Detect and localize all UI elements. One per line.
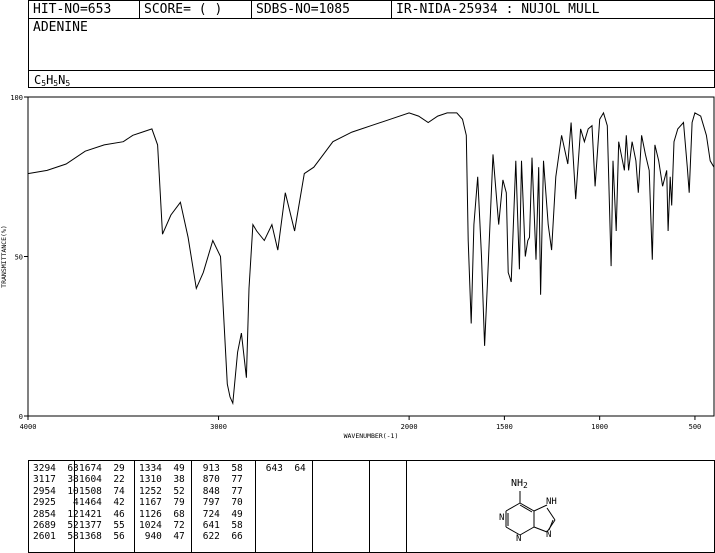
y-axis-label: TRANSMITTANCE(%) bbox=[0, 225, 8, 288]
x-tick-label: 500 bbox=[689, 423, 702, 431]
sdbs-number: SDBS-NO=1085 bbox=[251, 1, 391, 18]
peak-row: 724 49 bbox=[197, 508, 243, 520]
y-tick-label: 50 bbox=[15, 254, 23, 262]
column-divider bbox=[191, 461, 192, 552]
peak-column: 643 64 bbox=[260, 463, 306, 474]
peak-row: 1508 74 bbox=[79, 485, 125, 497]
y-tick-label: 100 bbox=[10, 94, 23, 102]
peak-row: 1604 22 bbox=[79, 474, 125, 486]
peak-row: 940 47 bbox=[139, 531, 185, 543]
peak-row: 643 64 bbox=[260, 463, 306, 474]
peak-column: 1674 29 1604 22 1508 74 1464 42 1421 46 1377 … bbox=[79, 463, 125, 543]
peak-row: 1674 29 bbox=[79, 463, 125, 474]
peak-row: 797 70 bbox=[197, 497, 243, 509]
header-row: HIT-NO=653 SCORE= ( ) SDBS-NO=1085 IR-NI… bbox=[29, 1, 714, 19]
x-tick-label: 1500 bbox=[496, 423, 513, 431]
column-divider bbox=[369, 461, 370, 552]
peak-row: 1464 42 bbox=[79, 497, 125, 509]
peak-row: 2854 12 bbox=[33, 508, 79, 520]
x-tick-label: 1000 bbox=[591, 423, 608, 431]
x-tick-label: 2000 bbox=[401, 423, 418, 431]
x-tick-label: 3000 bbox=[210, 423, 227, 431]
score: SCORE= ( ) bbox=[139, 1, 251, 18]
peak-row: 870 77 bbox=[197, 474, 243, 486]
peak-row: 913 58 bbox=[197, 463, 243, 474]
ring-n9-label: NH bbox=[546, 497, 557, 507]
ring-n1-label: N bbox=[499, 513, 505, 523]
peak-row: 3117 38 bbox=[33, 474, 79, 486]
peak-row: 1024 72 bbox=[139, 520, 185, 532]
amine-label: NH2 bbox=[511, 478, 528, 490]
hit-number: HIT-NO=653 bbox=[33, 2, 112, 17]
peak-column: 3294 63 3117 38 2954 10 2925 4 2854 12 2689 5… bbox=[33, 463, 79, 543]
y-tick-label: 0 bbox=[19, 413, 23, 421]
column-divider bbox=[134, 461, 135, 552]
ring-n7-label: N bbox=[546, 530, 552, 540]
x-axis-label: WAVENUMBER(-1) bbox=[344, 432, 399, 440]
ring-n3-label: N bbox=[516, 534, 522, 544]
column-divider bbox=[312, 461, 313, 552]
peak-row: 2925 4 bbox=[33, 497, 79, 509]
peak-column: 913 58 870 77 848 77 797 70 724 49 641 5… bbox=[197, 463, 243, 543]
peak-row: 1252 52 bbox=[139, 485, 185, 497]
peak-row: 622 66 bbox=[197, 531, 243, 543]
compound-name: ADENINE bbox=[33, 20, 88, 35]
spectrum-header: HIT-NO=653 SCORE= ( ) SDBS-NO=1085 IR-NI… bbox=[28, 0, 715, 88]
peak-row: 2689 52 bbox=[33, 520, 79, 532]
column-divider bbox=[255, 461, 256, 552]
ir-spectrum-chart: 4000 3000 2000 1500 1000 500 0 50 100 WAVENUMBER(… bbox=[0, 94, 715, 440]
molecular-formula: C5H5N5 bbox=[29, 70, 714, 90]
x-tick-label: 4000 bbox=[20, 423, 37, 431]
peak-row: 1421 46 bbox=[79, 508, 125, 520]
peak-row: 1377 55 bbox=[79, 520, 125, 532]
peak-row: 1368 56 bbox=[79, 531, 125, 543]
peak-column: 1334 49 1310 38 1252 52 1167 79 1126 68 1024 … bbox=[139, 463, 185, 543]
peak-row: 848 77 bbox=[197, 485, 243, 497]
peak-row: 2601 58 bbox=[33, 531, 79, 543]
peak-row: 1310 38 bbox=[139, 474, 185, 486]
adenine-structure: NH2 N N NH N bbox=[406, 460, 715, 553]
peak-row: 1167 79 bbox=[139, 497, 185, 509]
peak-row: 3294 63 bbox=[33, 463, 79, 474]
ir-source: IR-NIDA-25934 : NUJOL MULL bbox=[391, 1, 715, 18]
spectrum-line bbox=[27, 111, 715, 406]
peak-row: 1334 49 bbox=[139, 463, 185, 474]
peak-row: 641 58 bbox=[197, 520, 243, 532]
peak-row: 2954 10 bbox=[33, 485, 79, 497]
peak-row: 1126 68 bbox=[139, 508, 185, 520]
